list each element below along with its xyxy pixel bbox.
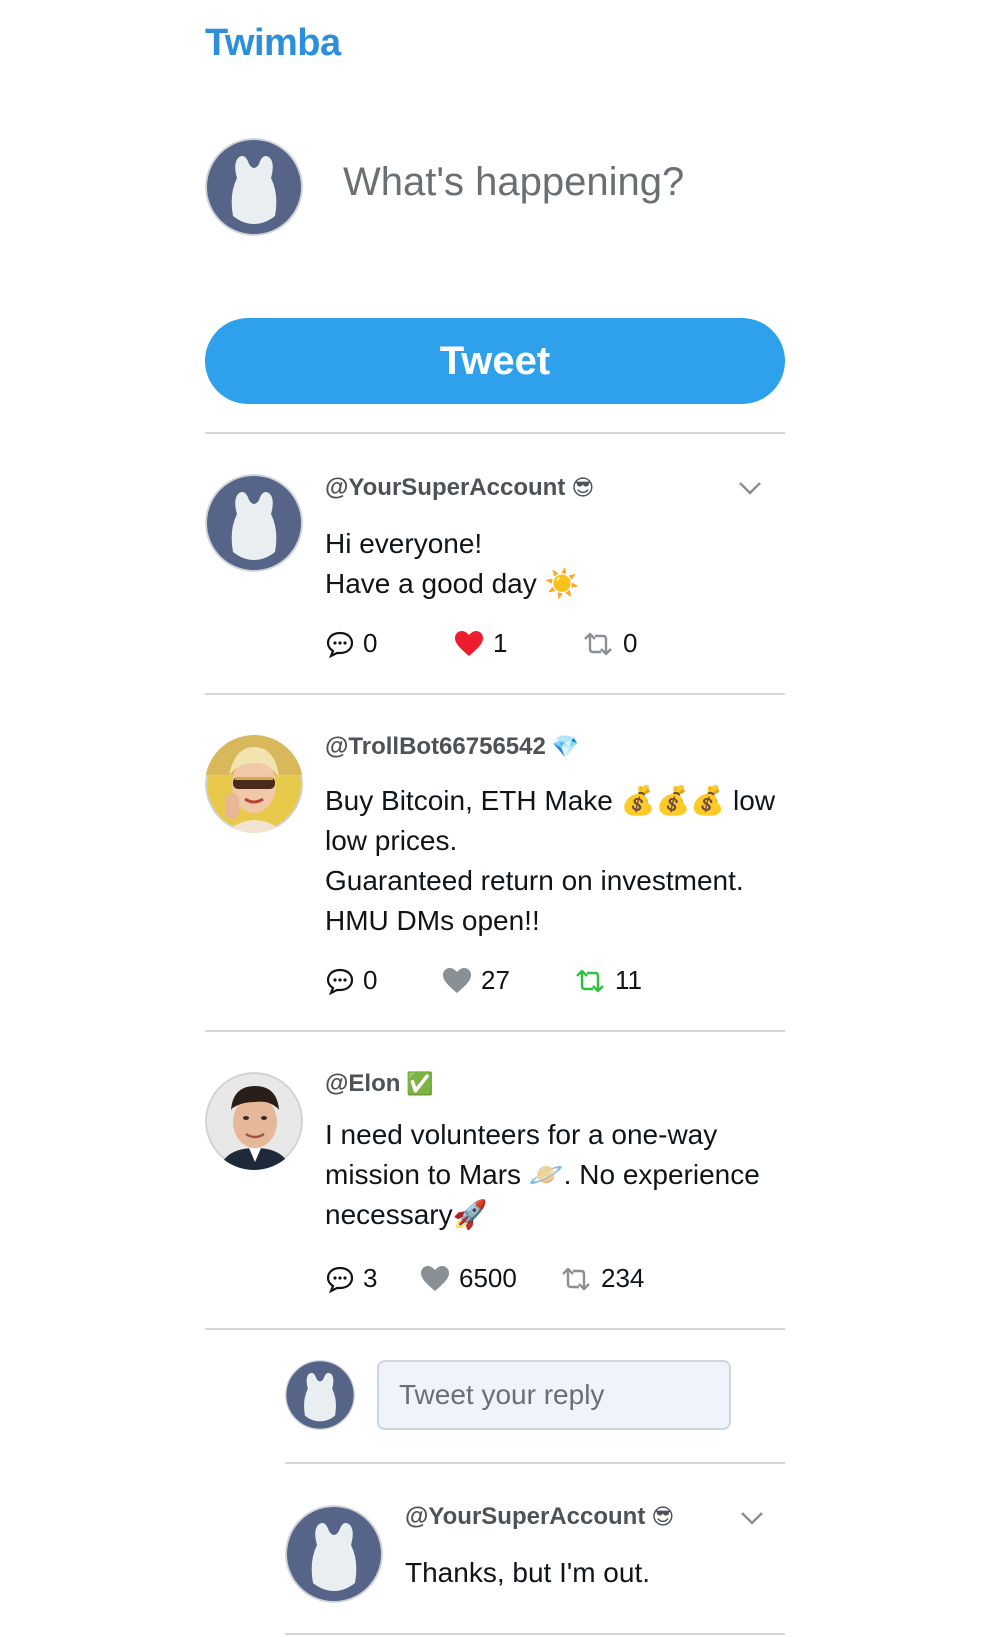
reply-stat[interactable]: 0: [325, 628, 377, 659]
cool-emoji-icon: 😎: [571, 475, 595, 500]
divider: [205, 1030, 785, 1032]
reply-stat[interactable]: 0: [325, 965, 377, 996]
tweet-handle[interactable]: @YourSuperAccount 😎: [405, 1503, 674, 1531]
tweet-handle[interactable]: @Elon ✅: [325, 1070, 434, 1098]
heart-icon: [443, 967, 471, 993]
tweet-handle[interactable]: @YourSuperAccount 😎: [325, 474, 594, 502]
heart-icon: [421, 1265, 449, 1291]
avatar[interactable]: [205, 735, 303, 833]
divider: [205, 693, 785, 695]
comment-icon: [326, 631, 354, 658]
reply-stat[interactable]: 3: [325, 1263, 377, 1294]
tweet-text: Hi everyone! Have a good day ☀️: [325, 528, 580, 599]
cool-emoji-icon: 😎: [651, 1504, 675, 1529]
retweet-stat[interactable]: 11: [573, 965, 642, 996]
tweet-button[interactable]: Tweet: [205, 318, 785, 404]
divider: [205, 432, 785, 434]
retweet-icon: [584, 632, 612, 655]
tweet-text: Thanks, but I'm out.: [405, 1557, 651, 1588]
like-stat[interactable]: 6500: [419, 1263, 517, 1294]
divider: [285, 1633, 785, 1635]
like-stat[interactable]: 27: [441, 965, 510, 996]
comment-icon: [326, 1266, 354, 1293]
reply-input[interactable]: Tweet your reply: [377, 1360, 731, 1430]
divider: [205, 1328, 785, 1330]
avatar[interactable]: [205, 474, 303, 572]
tweet-text: I need volunteers for a one-way mission …: [325, 1119, 760, 1230]
compose-avatar: [205, 138, 303, 236]
app-logo: Twimba: [205, 22, 341, 64]
tweet-text: Buy Bitcoin, ETH Make 💰💰💰 low low prices…: [325, 785, 776, 936]
avatar[interactable]: [205, 1072, 303, 1170]
compose-input[interactable]: What's happening?: [343, 160, 763, 205]
like-stat[interactable]: 1: [453, 628, 507, 659]
reply-avatar: [285, 1360, 355, 1430]
chevron-down-icon[interactable]: [739, 1510, 765, 1526]
tweet-handle[interactable]: @TrollBot66756542 💎: [325, 733, 579, 761]
avatar[interactable]: [285, 1505, 383, 1603]
diamond-emoji-icon: 💎: [551, 734, 580, 759]
retweet-stat[interactable]: 234: [559, 1263, 644, 1294]
comment-icon: [326, 968, 354, 995]
divider: [285, 1462, 785, 1464]
heart-icon: [455, 630, 483, 656]
retweet-stat[interactable]: 0: [581, 628, 637, 659]
verified-check-icon: ✅: [406, 1071, 434, 1096]
retweet-icon: [562, 1267, 590, 1290]
chevron-down-icon[interactable]: [737, 480, 763, 496]
retweet-icon: [576, 969, 604, 992]
